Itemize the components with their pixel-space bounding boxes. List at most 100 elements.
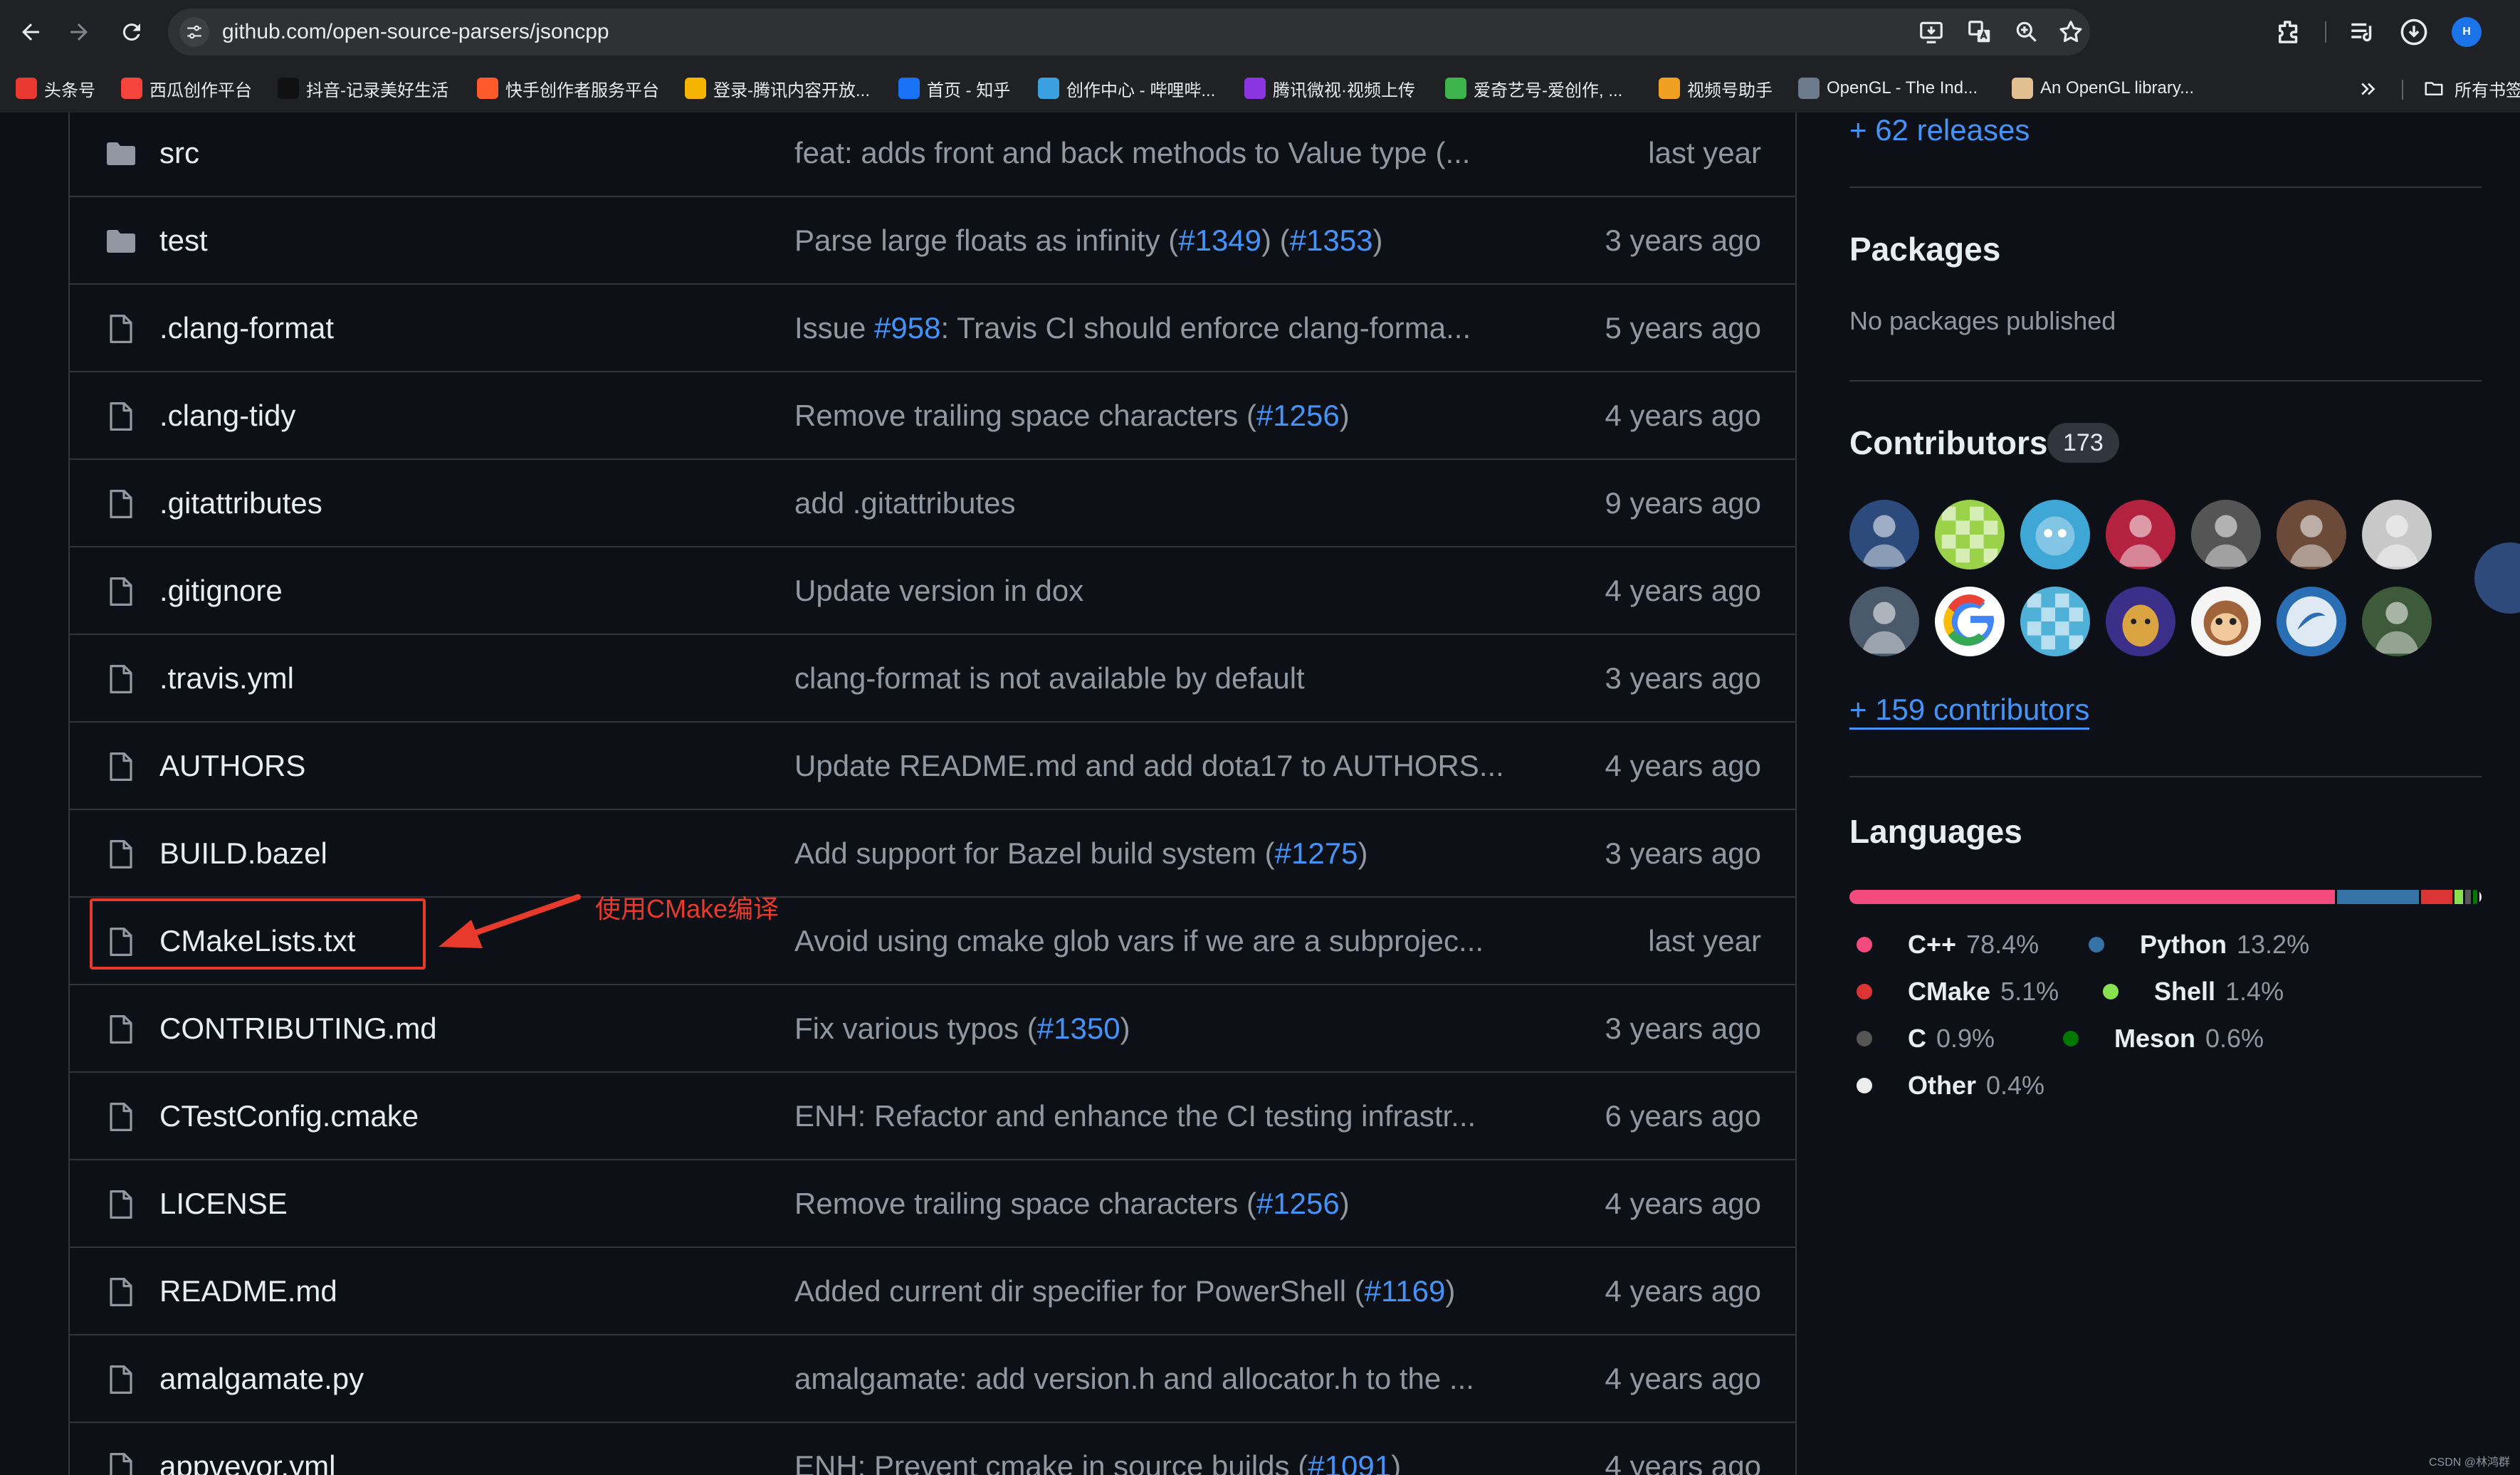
bookmark-item[interactable]: OpenGL - The Ind... <box>1798 74 1978 103</box>
file-name-link[interactable]: appveyor.yml <box>159 1423 335 1475</box>
language-item[interactable]: Other 0.4% <box>1857 1068 2044 1103</box>
file-name-link[interactable]: .clang-tidy <box>159 372 295 458</box>
file-name-link[interactable]: AUTHORS <box>159 723 305 809</box>
file-name-link[interactable]: amalgamate.py <box>159 1335 364 1422</box>
media-control-button[interactable] <box>2348 17 2378 47</box>
commit-message[interactable]: Issue #958: Travis CI should enforce cla… <box>794 285 1471 371</box>
bookmark-item[interactable]: 创作中心 - 哔哩哔... <box>1038 74 1215 103</box>
language-item[interactable]: Python 13.2% <box>2089 927 2309 962</box>
issue-link[interactable]: #1256 <box>1256 1187 1340 1220</box>
issue-link[interactable]: #1091 <box>1308 1449 1391 1475</box>
file-name-link[interactable]: CONTRIBUTING.md <box>159 985 437 1071</box>
commit-message[interactable]: Remove trailing space characters (#1256) <box>794 1160 1350 1246</box>
commit-message[interactable]: ENH: Refactor and enhance the CI testing… <box>794 1073 1476 1159</box>
commit-time[interactable]: 4 years ago <box>1605 1423 1761 1475</box>
file-name-link[interactable]: LICENSE <box>159 1160 288 1246</box>
commit-time[interactable]: 3 years ago <box>1605 635 1761 721</box>
commit-time[interactable]: 3 years ago <box>1605 985 1761 1071</box>
table-row[interactable]: .clang-tidy Remove trailing space charact… <box>70 372 1795 460</box>
bookmark-item[interactable]: 抖音-记录美好生活 <box>278 74 448 103</box>
address-bar[interactable]: github.com/open-source-parsers/jsoncpp <box>168 9 2090 56</box>
downloads-button[interactable] <box>2399 17 2429 47</box>
language-item[interactable]: Meson 0.6% <box>2063 1021 2264 1056</box>
table-row[interactable]: src feat: adds front and back methods to … <box>70 110 1795 197</box>
table-row[interactable]: amalgamate.py amalgamate: add version.h a… <box>70 1335 1795 1423</box>
table-row[interactable]: CTestConfig.cmake ENH: Refactor and enhan… <box>70 1073 1795 1160</box>
table-row[interactable]: README.md Added current dir specifier for… <box>70 1248 1795 1335</box>
bookmark-item[interactable]: An OpenGL library... <box>2012 74 2194 103</box>
floating-assistant-bubble[interactable] <box>2474 542 2520 614</box>
bookmarks-overflow-button[interactable] <box>2358 78 2379 100</box>
table-row[interactable]: .gitattributes add .gitattributes 9 years … <box>70 460 1795 547</box>
file-name-link[interactable]: .gitignore <box>159 547 283 634</box>
commit-time[interactable]: last year <box>1648 898 1761 984</box>
profile-avatar[interactable]: H <box>2452 17 2482 47</box>
contributor-avatar[interactable] <box>2277 500 2346 569</box>
site-info-button[interactable] <box>179 17 209 47</box>
translate-button[interactable] <box>1966 19 1993 46</box>
commit-message[interactable]: Remove trailing space characters (#1256) <box>794 372 1350 458</box>
issue-link[interactable]: #1350 <box>1037 1012 1120 1045</box>
contributor-avatar[interactable] <box>2362 500 2432 569</box>
file-name-link[interactable]: CTestConfig.cmake <box>159 1073 419 1159</box>
commit-message[interactable]: Add support for Bazel build system (#127… <box>794 810 1367 896</box>
table-row[interactable]: appveyor.yml ENH: Prevent cmake in source… <box>70 1423 1795 1475</box>
commit-message[interactable]: feat: adds front and back methods to Val… <box>794 110 1470 196</box>
commit-time[interactable]: 4 years ago <box>1605 1335 1761 1422</box>
bookmark-item[interactable]: 腾讯微视·视频上传 <box>1244 74 1415 103</box>
bookmark-item[interactable]: 登录-腾讯内容开放... <box>685 74 870 103</box>
file-name-link[interactable]: .clang-format <box>159 285 334 371</box>
contributor-avatar[interactable] <box>2191 587 2261 656</box>
bookmark-item[interactable]: 视频号助手 <box>1659 74 1773 103</box>
back-button[interactable] <box>14 16 47 48</box>
commit-time[interactable]: 6 years ago <box>1605 1073 1761 1159</box>
table-row[interactable]: BUILD.bazel Add support for Bazel build s… <box>70 810 1795 898</box>
issue-link[interactable]: #1275 <box>1275 836 1358 870</box>
commit-message[interactable]: Update README.md and add dota17 to AUTHO… <box>794 723 1504 809</box>
file-name-link[interactable]: src <box>159 110 199 196</box>
contributor-avatar[interactable] <box>2106 500 2175 569</box>
more-contributors-link[interactable]: + 159 contributors <box>1849 692 2090 730</box>
commit-message[interactable]: Fix various typos (#1350) <box>794 985 1130 1071</box>
packages-heading[interactable]: Packages <box>1849 229 2000 269</box>
commit-time[interactable]: 3 years ago <box>1605 810 1761 896</box>
contributor-avatar[interactable] <box>1849 500 1919 569</box>
commit-message[interactable]: amalgamate: add version.h and allocator.… <box>794 1335 1474 1422</box>
contributor-avatar[interactable] <box>2106 587 2175 656</box>
table-row[interactable]: LICENSE Remove trailing space characters … <box>70 1160 1795 1248</box>
table-row[interactable]: test Parse large floats as infinity (#134… <box>70 197 1795 285</box>
commit-message[interactable]: ENH: Prevent cmake in source builds (#10… <box>794 1423 1401 1475</box>
contributor-avatar[interactable] <box>2020 500 2090 569</box>
issue-link[interactable]: #1169 <box>1365 1274 1446 1308</box>
commit-message[interactable]: Added current dir specifier for PowerShe… <box>794 1248 1455 1334</box>
contributor-avatar[interactable] <box>2362 587 2432 656</box>
language-item[interactable]: CMake 5.1% <box>1857 974 2059 1009</box>
commit-message[interactable]: add .gitattributes <box>794 460 1016 546</box>
table-row[interactable]: .gitignore Update version in dox 4 years a… <box>70 547 1795 635</box>
all-bookmarks-folder[interactable]: 所有书签 <box>2423 74 2520 103</box>
extensions-button[interactable] <box>2274 17 2304 47</box>
contributor-avatar[interactable] <box>2020 587 2090 656</box>
table-row[interactable]: .clang-format Issue #958: Travis CI shoul… <box>70 285 1795 372</box>
contributor-avatar[interactable] <box>1935 500 2005 569</box>
commit-time[interactable]: 5 years ago <box>1605 285 1761 371</box>
url-text[interactable]: github.com/open-source-parsers/jsoncpp <box>222 9 609 56</box>
commit-time[interactable]: 4 years ago <box>1605 547 1761 634</box>
contributor-avatar[interactable] <box>2191 500 2261 569</box>
file-name-link[interactable]: .travis.yml <box>159 635 294 721</box>
bookmark-item[interactable]: 快手创作者服务平台 <box>477 74 659 103</box>
bookmark-item[interactable]: 西瓜创作平台 <box>121 74 252 103</box>
bookmark-item[interactable]: 爱奇艺号-爱创作, ... <box>1445 74 1622 103</box>
zoom-button[interactable] <box>2013 19 2040 46</box>
bookmark-star-button[interactable] <box>2057 19 2084 46</box>
commit-message[interactable]: Avoid using cmake glob vars if we are a … <box>794 898 1484 984</box>
install-app-button[interactable] <box>1918 19 1945 46</box>
commit-time[interactable]: last year <box>1648 110 1761 196</box>
issue-link[interactable]: #1349 <box>1178 224 1261 257</box>
commit-time[interactable]: 4 years ago <box>1605 1248 1761 1334</box>
issue-link[interactable]: #1353 <box>1290 224 1373 257</box>
file-name-link[interactable]: BUILD.bazel <box>159 810 327 896</box>
commit-time[interactable]: 3 years ago <box>1605 197 1761 283</box>
contributor-avatar[interactable] <box>2277 587 2346 656</box>
bookmark-item[interactable]: 头条号 <box>16 74 95 103</box>
